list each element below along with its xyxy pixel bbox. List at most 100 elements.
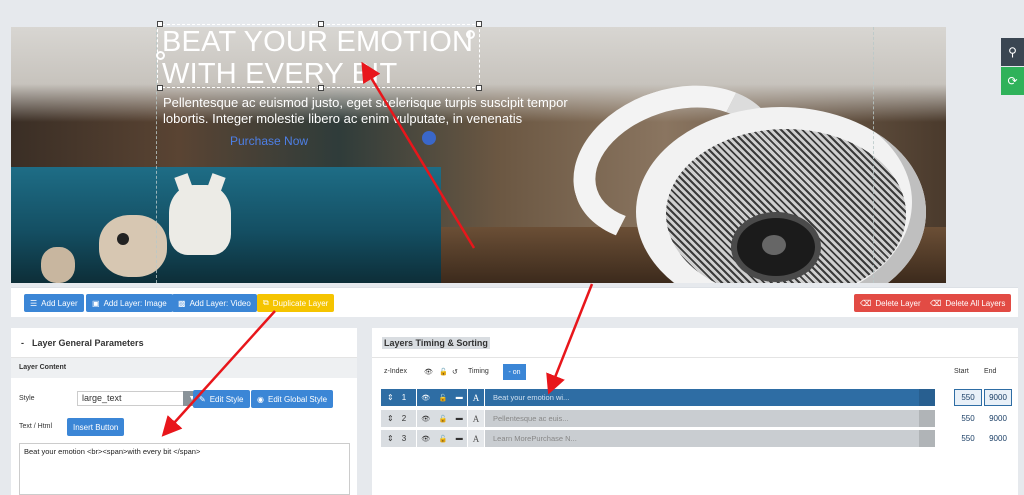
background-figurine bbox=[41, 247, 75, 283]
layer-subtitle-line: lobortis. Integer molestie libero ac eni… bbox=[163, 111, 523, 126]
style-label: Style bbox=[19, 395, 35, 402]
text-layer-icon: A bbox=[468, 430, 484, 447]
layer-row[interactable]: ⇕ 3 👁 🔓 ▬ A Learn MorePurchase N... 550 900… bbox=[381, 430, 1013, 447]
button-label: Delete Layer bbox=[875, 298, 921, 308]
history-icon[interactable]: ↺ bbox=[452, 368, 458, 376]
layer-purchase-link[interactable]: Purchase Now bbox=[230, 134, 308, 148]
section-header: Layer Content bbox=[11, 358, 357, 378]
layer-title-line: BEAT YOUR EMOTION bbox=[162, 26, 474, 58]
image-icon: ▣ bbox=[92, 298, 100, 308]
row-visibility-controls[interactable]: 👁 🔓 ▬ bbox=[417, 389, 467, 406]
layer-row[interactable]: ⇕ 1 👁 🔓 ▬ A Beat your emotion wi... 550 900… bbox=[381, 389, 1013, 406]
layer-row[interactable]: ⇕ 2 👁 🔓 ▬ A Pellentesque ac euis... 550 900… bbox=[381, 410, 1013, 427]
delete-all-layers-button[interactable]: ⌫ Delete All Layers bbox=[924, 294, 1012, 312]
copy-icon: ⧉ bbox=[263, 298, 269, 307]
text-html-label: Text / Html bbox=[19, 423, 53, 430]
sort-icon: ⇕ bbox=[387, 393, 394, 402]
layer-title-text[interactable]: BEAT YOUR EMOTION WITH EVERY BIT bbox=[162, 26, 480, 90]
layer-name: Pellentesque ac euis... bbox=[493, 414, 569, 423]
end-time-input[interactable]: 9000 bbox=[984, 410, 1012, 427]
text-layer-icon: A bbox=[468, 389, 484, 406]
zindex-value: 2 bbox=[401, 414, 407, 423]
panel-title: Layer General Parameters bbox=[32, 337, 144, 348]
row-visibility-controls[interactable]: 👁 🔓 ▬ bbox=[417, 430, 467, 447]
button-label: Edit Global Style bbox=[267, 394, 328, 404]
eye-icon[interactable]: 👁 bbox=[421, 394, 430, 402]
sort-handle[interactable]: ⇕ 1 bbox=[381, 389, 416, 406]
start-time-input[interactable]: 550 bbox=[954, 430, 982, 447]
insert-button[interactable]: Insert Button bbox=[67, 418, 125, 436]
eye-icon[interactable]: 👁 bbox=[424, 368, 433, 376]
row-visibility-controls[interactable]: 👁 🔓 ▬ bbox=[417, 410, 467, 427]
button-label: Duplicate Layer bbox=[272, 298, 329, 308]
minus-icon[interactable]: ▬ bbox=[456, 435, 463, 442]
add-layer-image-button[interactable]: ▣ Add Layer: Image bbox=[86, 294, 173, 312]
add-layer-button[interactable]: ☰ Add Layer bbox=[24, 294, 84, 312]
edit-style-button[interactable]: ✎ Edit Style bbox=[193, 390, 250, 408]
background-figurine bbox=[117, 233, 129, 245]
lock-icon[interactable]: 🔓 bbox=[439, 435, 448, 443]
eye-icon[interactable]: 👁 bbox=[421, 435, 430, 443]
timing-header: Timing bbox=[468, 368, 489, 375]
add-layer-video-button[interactable]: ▩ Add Layer: Video bbox=[172, 294, 257, 312]
text-layer-icon: A bbox=[468, 410, 484, 427]
layer-title-line: WITH EVERY BIT bbox=[162, 58, 398, 90]
duplicate-layer-button[interactable]: ⧉ Duplicate Layer bbox=[257, 294, 335, 312]
edit-global-style-button[interactable]: ◉ Edit Global Style bbox=[251, 390, 334, 408]
button-label: Add Layer bbox=[41, 298, 78, 308]
timing-bar[interactable]: Beat your emotion wi... bbox=[485, 389, 935, 406]
sort-icon: ⇕ bbox=[387, 414, 394, 423]
panel-title: Layers Timing & Sorting bbox=[382, 336, 490, 349]
trash-icon: ⌫ bbox=[860, 298, 872, 308]
timing-bar[interactable]: Learn MorePurchase N... bbox=[485, 430, 935, 447]
layer-subtitle-text[interactable]: Pellentesque ac euismod justo, eget scel… bbox=[163, 95, 603, 127]
sort-handle[interactable]: ⇕ 3 bbox=[381, 430, 416, 447]
minus-icon[interactable]: ▬ bbox=[456, 394, 463, 401]
lock-icon[interactable]: 🔓 bbox=[439, 394, 448, 402]
sort-handle[interactable]: ⇕ 2 bbox=[381, 410, 416, 427]
layers-icon: ☰ bbox=[30, 298, 38, 308]
pencil-icon: ✎ bbox=[199, 394, 206, 404]
collapse-icon[interactable]: - bbox=[21, 338, 24, 348]
search-icon[interactable]: ⚲ bbox=[1001, 38, 1024, 66]
lock-icon[interactable]: 🔓 bbox=[439, 368, 448, 376]
delete-layer-button[interactable]: ⌫ Delete Layer bbox=[854, 294, 927, 312]
button-label: Delete All Layers bbox=[945, 298, 1006, 308]
timing-bar[interactable]: Pellentesque ac euis... bbox=[485, 410, 935, 427]
end-time-input[interactable]: 9000 bbox=[984, 430, 1012, 447]
zindex-value: 1 bbox=[401, 393, 407, 402]
lock-icon[interactable]: 🔓 bbox=[439, 415, 448, 423]
button-label: Add Layer: Image bbox=[103, 298, 167, 308]
button-label: Edit Style bbox=[209, 394, 244, 404]
start-time-input[interactable]: 550 bbox=[954, 389, 982, 406]
zindex-header: z-Index bbox=[384, 368, 407, 375]
trash-icon: ⌫ bbox=[930, 298, 942, 308]
video-icon: ▩ bbox=[178, 298, 186, 308]
eye-icon[interactable]: 👁 bbox=[421, 415, 430, 423]
layer-subtitle-line: Pellentesque ac euismod justo, eget scel… bbox=[163, 95, 568, 110]
layer-name: Beat your emotion wi... bbox=[493, 393, 570, 402]
layer-toolbar: ☰ Add Layer ▣ Add Layer: Image ▩ Add Layer:… bbox=[11, 287, 1018, 317]
layer-general-parameters-panel: - Layer General Parameters Layer Content… bbox=[11, 328, 357, 495]
timing-bar-end[interactable] bbox=[919, 410, 935, 427]
end-time-input[interactable]: 9000 bbox=[984, 389, 1012, 406]
palette-icon: ◉ bbox=[257, 394, 264, 404]
start-time-input[interactable]: 550 bbox=[954, 410, 982, 427]
end-header: End bbox=[984, 368, 997, 375]
button-label: Add Layer: Video bbox=[189, 298, 251, 308]
panel-header[interactable]: - Layer General Parameters bbox=[11, 328, 357, 358]
background-figurine bbox=[169, 185, 231, 255]
guide-line bbox=[873, 27, 874, 283]
layers-timing-sorting-panel: Layers Timing & Sorting z-Index 👁 🔓 ↺ Ti… bbox=[372, 328, 1018, 495]
slide-marker bbox=[422, 131, 436, 145]
refresh-icon[interactable]: ⟳ bbox=[1001, 67, 1024, 95]
sort-icon: ⇕ bbox=[387, 434, 394, 443]
layer-name: Learn MorePurchase N... bbox=[493, 434, 577, 443]
headphones-hub-center bbox=[762, 235, 786, 255]
timing-on-toggle[interactable]: - on bbox=[503, 364, 526, 380]
timing-column-headers: z-Index 👁 🔓 ↺ Timing Start End bbox=[372, 364, 1018, 380]
layer-text-html-input[interactable]: Beat your emotion <br><span>with every b… bbox=[19, 443, 350, 495]
minus-icon[interactable]: ▬ bbox=[456, 415, 463, 422]
timing-bar-end[interactable] bbox=[919, 430, 935, 447]
timing-bar-end[interactable] bbox=[919, 389, 935, 406]
